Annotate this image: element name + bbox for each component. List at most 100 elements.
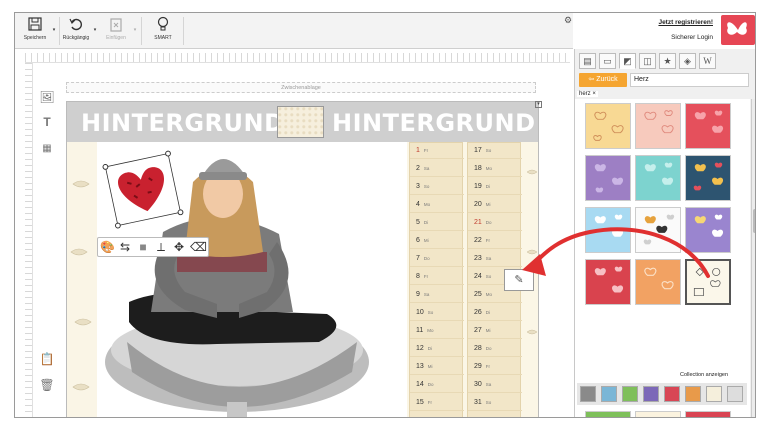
thumbnail-doodles-green[interactable]: [585, 411, 631, 417]
delete-icon[interactable]: ⌫: [190, 240, 207, 254]
save-button[interactable]: Speichern: [21, 16, 49, 47]
tab-wordart[interactable]: W: [699, 53, 716, 69]
calendar-day[interactable]: 30 Sa: [468, 377, 522, 393]
calendar-day[interactable]: 29 Fr: [468, 359, 522, 375]
calendar-day[interactable]: 11 Mo: [410, 323, 464, 339]
brand-logo: [721, 15, 755, 45]
save-label: Speichern: [23, 35, 47, 41]
calendar-day[interactable]: 23 Sa: [468, 251, 522, 267]
thumbnail-hearts-yellow[interactable]: [585, 103, 631, 149]
collection-swatch[interactable]: [580, 386, 596, 402]
calendar-day[interactable]: 26 Di: [468, 305, 522, 321]
thumbnail-doodles-selected[interactable]: [685, 259, 731, 305]
calendar-column-left: 1 Fr 2 Sa 3 So 4 Mo 5 Di 6 Mi 7 Do 8 Fr 9 Sa 10 So…: [409, 142, 464, 417]
scrollbar-thumb[interactable]: [753, 209, 755, 233]
calendar-page[interactable]: HINTERGRUND HINTERGRUND 1 Fr 2 Sa 3 So 4…: [66, 101, 539, 417]
thumbnail-hearts-lightblue[interactable]: [585, 207, 631, 253]
thumbnail-hearts-peach[interactable]: [635, 103, 681, 149]
calendar-day[interactable]: 6 Mi: [410, 233, 464, 249]
flip-icon[interactable]: ⟂: [154, 240, 168, 254]
collection-swatch[interactable]: [685, 386, 701, 402]
calendar-day[interactable]: 27 Mi: [468, 323, 522, 339]
search-input[interactable]: Herz: [630, 73, 749, 87]
thumbnail-hearts-navy[interactable]: [685, 155, 731, 201]
clipboard-icon[interactable]: 📋: [39, 351, 55, 367]
lightbulb-icon: [157, 16, 169, 31]
calendar-day[interactable]: 15 Fr: [410, 395, 464, 411]
background-banner[interactable]: HINTERGRUND HINTERGRUND: [67, 102, 538, 142]
calendar-day[interactable]: 3 So: [410, 179, 464, 195]
paste-button[interactable]: Einfügen: [102, 16, 130, 47]
move-icon[interactable]: ✥: [172, 240, 186, 254]
calendar-day[interactable]: 17 So: [468, 143, 522, 159]
thumbnail-doodles-red[interactable]: [685, 411, 731, 417]
tab-layout[interactable]: ◫: [639, 53, 656, 69]
collection-swatch[interactable]: [622, 386, 638, 402]
calendar-day[interactable]: 2 Sa: [410, 161, 464, 177]
login-link[interactable]: Sicherer Login: [671, 34, 713, 41]
qr-code-icon[interactable]: ▦: [39, 141, 55, 157]
trash-icon[interactable]: 🗑: [39, 377, 55, 393]
thumbnail-hearts-orange[interactable]: [635, 259, 681, 305]
star-icon: ★: [663, 56, 672, 66]
calendar-day[interactable]: 12 Di: [410, 341, 464, 357]
filter-tag[interactable]: herz ×: [577, 91, 598, 97]
banner-text-right: HINTERGRUND: [332, 109, 536, 137]
back-button[interactable]: ⇦ Zurück: [579, 73, 627, 87]
pencil-icon: ✎: [514, 274, 524, 286]
thumbnail-doodles-cream[interactable]: [635, 411, 681, 417]
gear-icon[interactable]: ⚙: [564, 15, 572, 26]
banner-text-left: HINTERGRUND: [81, 109, 285, 137]
calendar-day[interactable]: 8 Fr: [410, 269, 464, 285]
paste-icon: [110, 18, 122, 32]
tab-text[interactable]: ▭: [599, 53, 616, 69]
tab-calendar[interactable]: ▤: [579, 53, 596, 69]
main-toolbar: Speichern ▾ Rückgängig ▾ Einfügen ▾ SMAR…: [15, 13, 573, 49]
calendar-day[interactable]: 18 Mo: [468, 161, 522, 177]
calendar-day[interactable]: 22 Fr: [468, 233, 522, 249]
page-collapse-icon[interactable]: ▾: [535, 101, 542, 108]
thumbnail-hearts-red-2[interactable]: [585, 259, 631, 305]
collection-swatch[interactable]: [706, 386, 722, 402]
collection-swatch[interactable]: [601, 386, 617, 402]
panel-scrollbar[interactable]: [751, 99, 755, 417]
calendar-day[interactable]: 21 Do: [468, 215, 522, 231]
calendar-day[interactable]: 4 Mo: [410, 197, 464, 213]
tab-layers[interactable]: ◈: [679, 53, 696, 69]
background-thumbnails: Collection anzeigen: [575, 99, 750, 417]
calendar-day[interactable]: 7 Do: [410, 251, 464, 267]
thumbnail-hearts-white[interactable]: [635, 207, 681, 253]
undo-button[interactable]: Rückgängig: [62, 16, 90, 47]
calendar-day[interactable]: 19 Di: [468, 179, 522, 195]
background-thumbnail[interactable]: [277, 106, 324, 138]
smart-button[interactable]: SMART: [148, 16, 178, 47]
tab-backgrounds[interactable]: ◩: [619, 53, 636, 69]
calendar-day[interactable]: 14 Do: [410, 377, 464, 393]
collection-swatch[interactable]: [643, 386, 659, 402]
calendar-day[interactable]: 20 Mi: [468, 197, 522, 213]
palette-icon[interactable]: 🎨: [100, 240, 115, 254]
edit-pencil-button[interactable]: ✎: [504, 269, 534, 291]
collection-swatch[interactable]: [727, 386, 743, 402]
calendar-day[interactable]: 13 Mi: [410, 359, 464, 375]
layer-icon[interactable]: ■: [136, 240, 150, 254]
calendar-day[interactable]: 1 Fr: [410, 143, 464, 159]
tab-cliparts[interactable]: ★: [659, 53, 676, 69]
thumbnail-hearts-mint[interactable]: [635, 155, 681, 201]
thumbnail-hearts-red[interactable]: [685, 103, 731, 149]
calendar-day[interactable]: 10 So: [410, 305, 464, 321]
register-link[interactable]: Jetzt registrieren!: [658, 19, 713, 26]
thumbnail-hearts-purple[interactable]: [585, 155, 631, 201]
calendar-day[interactable]: 28 Do: [468, 341, 522, 357]
clipboard-area[interactable]: Zwischenablage: [66, 82, 536, 93]
thumbnail-hearts-lilac[interactable]: [685, 207, 731, 253]
add-image-icon[interactable]: 🖼: [39, 89, 55, 105]
calendar-day[interactable]: 9 Sa: [410, 287, 464, 303]
add-text-icon[interactable]: T: [39, 114, 55, 130]
collection-swatch[interactable]: [664, 386, 680, 402]
calendar-day[interactable]: 31 So: [468, 395, 522, 411]
photo-girl-in-chair[interactable]: [67, 142, 407, 417]
align-icon[interactable]: ⇆: [118, 240, 132, 254]
collection-tooltip[interactable]: Collection anzeigen: [679, 372, 730, 378]
calendar-day[interactable]: 5 Di: [410, 215, 464, 231]
